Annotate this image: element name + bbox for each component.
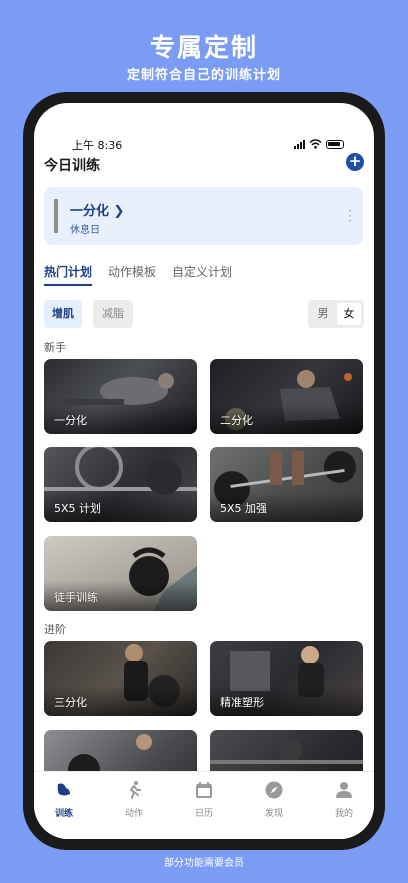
nav-item-profile[interactable]: 我的 (324, 780, 364, 819)
card-label: 5X5 加强 (220, 502, 268, 515)
promo-subtitle: 定制符合自己的训练计划 (126, 68, 281, 83)
plan-card-5x5[interactable]: 5X5 计划 (44, 447, 197, 522)
app-screen: 上午 8:36 今日训练 + 一分化 ❯ 休息日 · · · 热门计划 动作模板 自… (34, 103, 374, 839)
nav-item-calendar[interactable]: 日历 (184, 780, 224, 819)
plan-card-one-split[interactable]: 一分化 (44, 359, 197, 434)
gender-toggle: 男 女 (308, 300, 364, 328)
nav-label: 训练 (54, 809, 73, 819)
card-label: 三分化 (54, 696, 87, 709)
compass-icon (265, 781, 283, 799)
filter-fat-loss[interactable]: 减脂 (93, 300, 133, 328)
card-label: 精准塑形 (220, 696, 264, 709)
section-title-advanced: 进阶 (44, 623, 66, 636)
status-time: 上午 8:36 (72, 139, 123, 152)
page-title: 今日训练 (44, 158, 100, 174)
tab-hot-plans[interactable]: 热门计划 (44, 263, 92, 280)
current-plan-name[interactable]: 一分化 ❯ (70, 200, 124, 219)
promo-title: 专属定制 (149, 33, 258, 62)
section-title-beginner: 新手 (44, 341, 66, 354)
active-tab-indicator (44, 284, 92, 286)
plan-card-bodyweight[interactable]: 徒手训练 (44, 536, 197, 611)
card-label: 二分化 (220, 414, 253, 427)
runner-icon (129, 781, 141, 799)
battery-icon (326, 139, 344, 149)
person-icon (336, 782, 352, 798)
calendar-icon (196, 782, 212, 798)
nav-label: 动作 (124, 809, 143, 819)
plan-card-precise-sculpting[interactable]: 精准塑形 (210, 641, 363, 716)
dumbbell-icon (57, 783, 70, 796)
plan-accent-bar (54, 199, 58, 233)
status-bar: 上午 8:36 (34, 137, 374, 153)
card-label: 5X5 计划 (54, 502, 102, 515)
filter-muscle-gain[interactable]: 增肌 (44, 300, 82, 328)
nav-item-exercises[interactable]: 动作 (114, 780, 154, 819)
gender-female-option[interactable]: 女 (337, 303, 361, 325)
plan-card-two-split[interactable]: 二分化 (210, 359, 363, 434)
card-label: 徒手训练 (54, 591, 98, 604)
gender-male-option[interactable]: 男 (311, 303, 335, 325)
wifi-icon (309, 139, 322, 149)
plan-card-three-split[interactable]: 三分化 (44, 641, 197, 716)
add-plan-button[interactable]: + (346, 153, 364, 171)
tab-exercise-templates[interactable]: 动作模板 (108, 263, 156, 280)
nav-label: 发现 (264, 809, 283, 819)
nav-label: 我的 (334, 809, 353, 819)
current-plan-status: 休息日 (70, 225, 100, 236)
nav-item-training[interactable]: 训练 (44, 780, 84, 819)
plan-card-5x5-plus[interactable]: 5X5 加强 (210, 447, 363, 522)
membership-note: 部分功能需要会员 (164, 858, 244, 869)
tab-custom-plans[interactable]: 自定义计划 (172, 263, 232, 280)
plus-circle-icon: + (348, 152, 362, 170)
card-label: 一分化 (54, 414, 87, 427)
nav-label: 日历 (194, 809, 213, 819)
more-vertical-icon[interactable]: · · · (347, 205, 353, 227)
signal-icon (294, 139, 305, 149)
bottom-navigation: 训练 动作 日历 发现 我的 (34, 771, 374, 839)
phone-frame: 上午 8:36 今日训练 + 一分化 ❯ 休息日 · · · 热门计划 动作模板 自… (23, 92, 385, 850)
current-plan-card[interactable]: 一分化 ❯ 休息日 · · · (44, 187, 363, 245)
nav-item-discover[interactable]: 发现 (254, 780, 294, 819)
